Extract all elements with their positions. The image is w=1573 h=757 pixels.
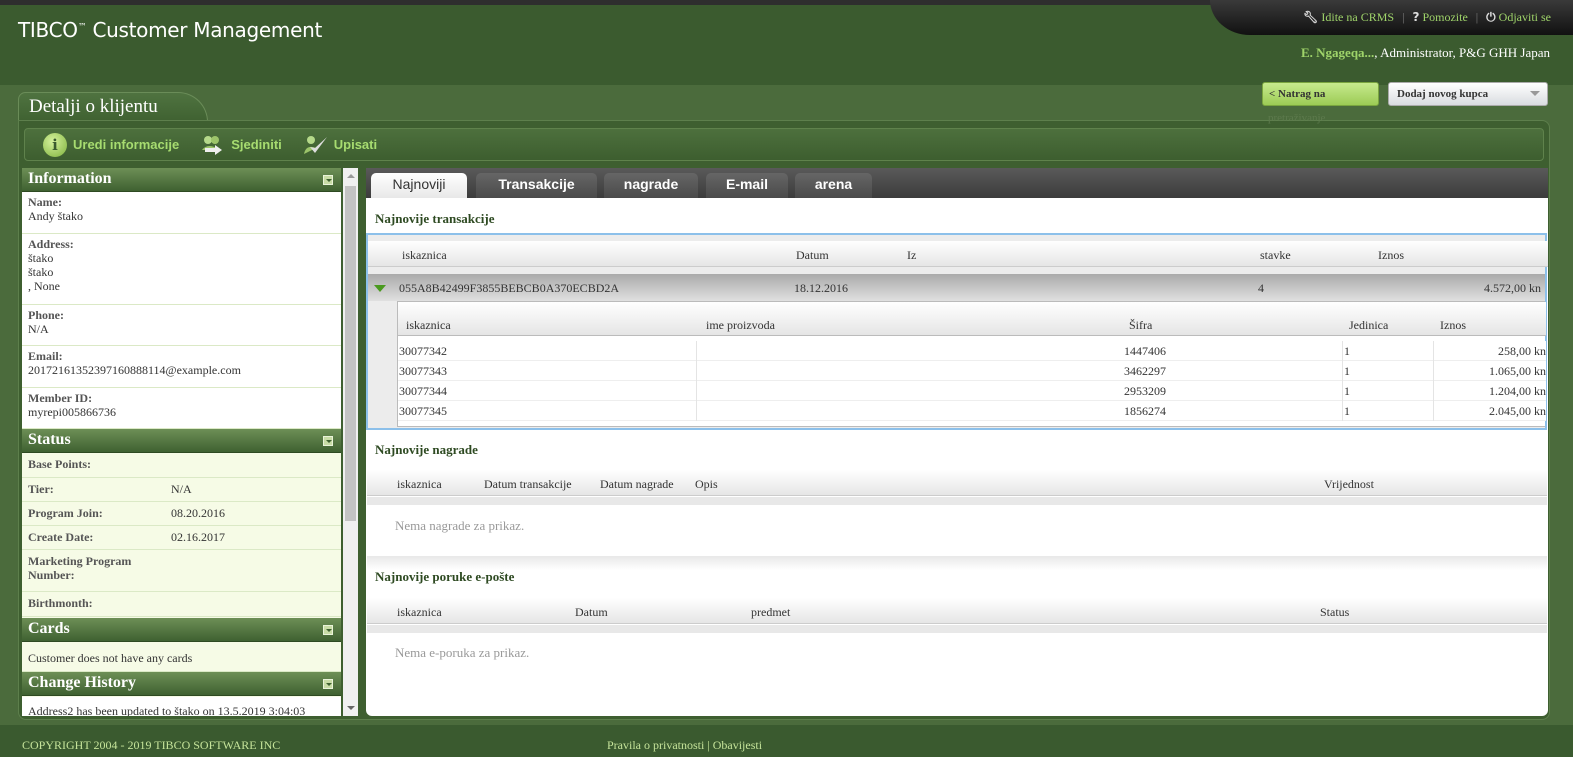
add-customer-dropdown[interactable]: Dodaj novog kupca [1388,82,1548,106]
merge-users-icon [202,135,223,155]
info-email: Email: 20172161352397160888114@example.co… [22,346,341,388]
help-icon: ? [1412,10,1420,24]
user-info: E. Ngageqa..., Administrator, P&G GHH Ja… [1300,45,1550,60]
change-history-section-header[interactable]: Change History [22,672,341,696]
emails-title: Najnovije poruke e-pošte [375,569,515,584]
notices-link[interactable]: Obavijesti [713,738,762,752]
collapse-icon[interactable] [323,625,333,635]
wrench-icon: 🔧︎ [1303,10,1319,24]
tab-arena[interactable]: arena [795,173,872,198]
privacy-link[interactable]: Pravila o privatnosti [607,738,704,752]
power-icon: ⏻ [1486,10,1496,24]
status-row: Birthmonth: [22,592,341,617]
collapse-icon[interactable] [323,436,333,446]
transaction-items-table: iskaznica ime proizvoda Šifra Jedinica Iznos… [397,301,1546,427]
customer-sidebar: Information Name: Andy štako Address: štak… [22,168,341,716]
scrollbar-thumb[interactable] [345,186,356,521]
transactions-header: iskaznica Datum Iz stavke Iznos [368,241,1548,267]
logout-link[interactable]: ⏻ Odjaviti se [1486,10,1551,25]
tab-najnoviji[interactable]: Najnoviji [371,173,467,198]
crms-link[interactable]: 🔧︎ Idite na CRMS [1303,10,1394,25]
user-name[interactable]: E. Ngageqa... [1301,45,1374,60]
info-member-id: Member ID: myrepi005866736 [22,388,341,429]
copyright: COPYRIGHT 2004 - 2019 TIBCO SOFTWARE INC [22,738,281,752]
info-address: Address: štako štako, None [22,234,341,305]
collapse-icon[interactable] [323,679,333,689]
back-to-search-button[interactable]: < Natrag na [1262,82,1379,106]
table-row: 30077345 1856274 1 2.045,00 kn [398,401,1546,421]
transactions-table: iskaznica Datum Iz stavke Iznos 055A8B42499F… [366,233,1548,430]
change-history-text: Address2 has been updated to štako on 13… [22,697,341,716]
info-name: Name: Andy štako [22,192,341,234]
app-logo-title: TIBCO™ Customer Management [18,18,323,42]
info-phone: Phone: N/A [22,305,341,346]
table-row: 30077342 1447406 1 258,00 kn [398,341,1546,361]
rewards-header: iskaznica Datum transakcije Datum nagrade O… [367,470,1547,496]
status-row: Tier: N/A [22,478,341,502]
information-section-header[interactable]: Information [22,168,341,192]
expand-triangle-icon[interactable] [374,285,386,292]
tab-strip: Najnoviji Transakcije nagrade E-mail are… [366,168,1548,198]
section-band [367,556,1547,570]
rewards-title: Najnovije nagrade [375,442,478,457]
cards-text: Customer does not have any cards [22,643,341,672]
emails-empty-message: Nema e-poruka za prikaz. [395,645,530,660]
table-row: 30077344 2953209 1 1.204,00 kn [398,381,1546,401]
info-icon: i [43,132,67,157]
transaction-row[interactable]: 055A8B42499F3855BEBCB0A370ECBD2A 18.12.2… [368,274,1545,301]
edit-info-button[interactable]: i Uredi informacije [43,132,179,157]
scroll-down-icon[interactable] [347,706,355,710]
header-band [367,625,1547,633]
tab-transakcije[interactable]: Transakcije [476,173,597,198]
collapse-icon[interactable] [323,175,333,185]
toolbar: i Uredi informacije Sjediniti Upisati [24,128,1544,161]
footer-links: Pravila o privatnosti | Obavijesti [607,738,763,752]
help-link[interactable]: ? Pomozite [1412,10,1467,25]
status-row: Create Date: 02.16.2017 [22,526,341,550]
sidebar-scrollbar[interactable] [343,168,358,716]
cards-section-header[interactable]: Cards [22,618,341,642]
status-row: Marketing Program Number: [22,550,341,592]
status-row: Program Join: 08.20.2016 [22,502,341,526]
top-links: 🔧︎ Idite na CRMS | ? Pomozite | ⏻ Odjaviti … [1210,0,1573,35]
merge-button[interactable]: Sjediniti [199,134,282,156]
chevron-down-icon [1530,91,1540,96]
header-band [367,497,1547,505]
separator: | [1402,10,1405,24]
scroll-up-icon[interactable] [347,174,355,178]
back-button-overflow-text: pretraživanje [1268,112,1326,124]
page-title: Detalji o klijentu [18,92,208,122]
enroll-button[interactable]: Upisati [302,134,377,156]
activity-panel: Najnoviji Transakcije nagrade E-mail are… [366,168,1548,716]
enroll-user-icon [303,135,327,154]
separator: | [1475,10,1479,24]
tab-nagrade[interactable]: nagrade [604,173,698,198]
status-section-header[interactable]: Status [22,429,341,453]
items-header: iskaznica ime proizvoda Šifra Jedinica Iznos [398,302,1546,336]
tab-email[interactable]: E-mail [706,173,788,198]
transactions-title: Najnovije transakcije [375,211,495,226]
rewards-empty-message: Nema nagrade za prikaz. [395,518,525,533]
emails-header: iskaznica Datum predmet Status [367,598,1547,624]
table-row: 30077343 3462297 1 1.065,00 kn [398,361,1546,381]
status-row: Base Points: [22,453,341,478]
